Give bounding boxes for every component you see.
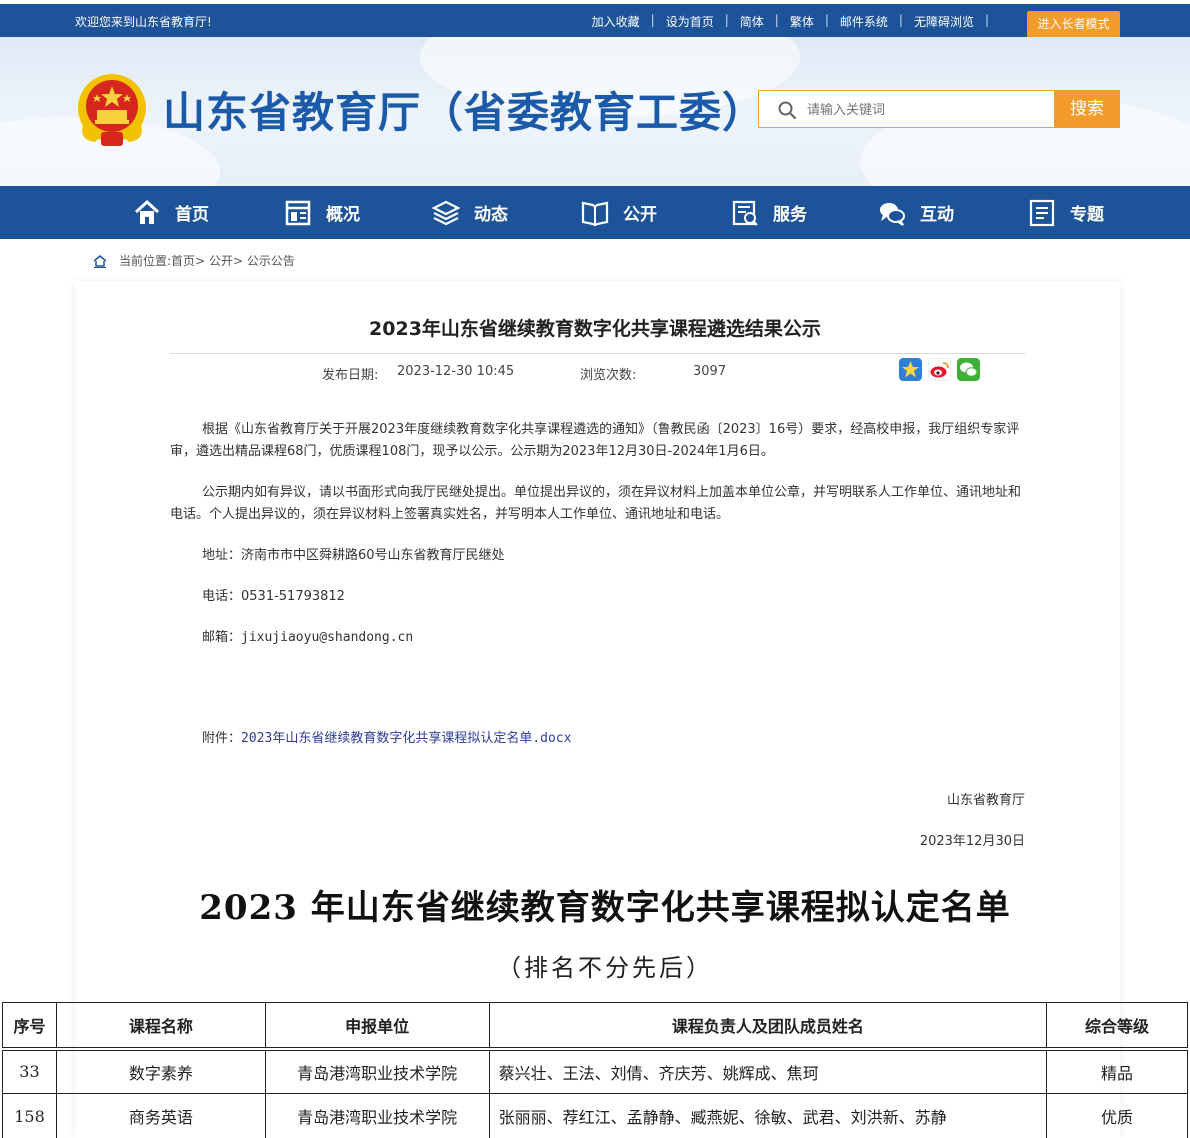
signature: 山东省教育厅	[946, 793, 1025, 808]
simplified-link[interactable]: 简体	[740, 13, 764, 30]
attachment-label: 附件：	[202, 731, 242, 746]
star-icon[interactable]	[899, 358, 922, 381]
nav-item-topic[interactable]: 专题	[1028, 186, 1104, 239]
top-links: 加入收藏 | 设为首页 | 简体 | 繁体 | 邮件系统 | 无障碍浏览 |	[591, 13, 989, 30]
attachment-link[interactable]: 2023年山东省继续教育数字化共享课程拟认定名单.docx	[241, 731, 571, 746]
national-emblem-icon	[78, 74, 146, 146]
course-table: 序号 课程名称 申报单位 课程负责人及团队成员姓名 综合等级 33 数字素养 青…	[2, 1002, 1188, 1138]
table-cell: 33	[2, 1048, 57, 1094]
table-cell: 青岛港湾职业技术学院	[264, 1093, 490, 1138]
table-row: 33 数字素养 青岛港湾职业技术学院 蔡兴壮、王法、刘倩、齐庆芳、姚辉成、焦珂 …	[2, 1048, 1188, 1094]
service-icon	[732, 200, 758, 226]
sign-date: 2023年12月30日	[919, 834, 1025, 849]
elder-mode-button[interactable]: 进入长者模式	[1027, 11, 1120, 38]
table-cell: 商务英语	[55, 1093, 266, 1138]
add-favorite-link[interactable]: 加入收藏	[592, 13, 640, 30]
table-row: 158 商务英语 青岛港湾职业技术学院 张丽丽、荐红江、孟静静、臧燕妮、徐敏、武…	[2, 1093, 1188, 1138]
table-cell: 青岛港湾职业技术学院	[264, 1048, 490, 1094]
chat-icon	[880, 202, 905, 226]
table-cell: 158	[2, 1093, 57, 1138]
home-icon	[134, 199, 160, 224]
search-box	[758, 90, 1054, 128]
nav-label: 首页	[175, 205, 209, 225]
nav-item-public[interactable]: 公开	[581, 186, 657, 239]
title-divider	[170, 353, 1025, 354]
nav-item-interact[interactable]: 互动	[878, 186, 954, 239]
article-paragraph-1: 根据《山东省教育厅关于开展2023年度继续教育数字化共享课程遴选的通知》（鲁教民…	[170, 422, 1020, 459]
site-header: 山东省教育厅（省委教育工委） 搜索	[0, 37, 1190, 186]
column-header: 课程负责人及团队成员姓名	[488, 1002, 1048, 1051]
search-icon	[778, 101, 797, 120]
nav-label: 概况	[326, 205, 360, 225]
breadcrumb: 当前位置: 首页 > 公开 > 公示公告	[93, 252, 295, 269]
home-icon	[93, 254, 107, 268]
table-header-row: 序号 课程名称 申报单位 课程负责人及团队成员姓名 综合等级	[2, 1002, 1188, 1051]
traditional-link[interactable]: 繁体	[790, 13, 814, 30]
date-value: 2023-12-30 10:45	[397, 364, 515, 379]
column-header: 综合等级	[1046, 1002, 1188, 1051]
book-icon	[581, 201, 609, 226]
column-header: 序号	[2, 1002, 57, 1051]
views-label: 浏览次数:	[580, 368, 637, 383]
article-title: 2023年山东省继续教育数字化共享课程遴选结果公示	[369, 318, 821, 340]
top-bar: 欢迎您来到山东省教育厅! 加入收藏 | 设为首页 | 简体 | 繁体 | 邮件系统 | 无…	[0, 4, 1190, 38]
nav-item-home[interactable]: 首页	[133, 186, 209, 239]
nav-item-news[interactable]: 动态	[432, 186, 508, 239]
news-icon	[432, 200, 460, 225]
date-label: 发布日期:	[322, 368, 379, 383]
document-title: 2023 年山东省继续教育数字化共享课程拟认定名单	[199, 888, 1011, 928]
views-value: 3097	[693, 364, 727, 379]
nav-item-service[interactable]: 服务	[731, 186, 807, 239]
wechat-icon[interactable]	[957, 358, 980, 381]
topic-icon	[1029, 199, 1055, 226]
document-subtitle: （排名不分先后）	[497, 954, 713, 982]
breadcrumb-public[interactable]: 公开	[209, 252, 233, 269]
table-cell: 张丽丽、荐红江、孟静静、臧燕妮、徐敏、武君、刘洪新、苏静	[488, 1093, 1048, 1138]
breadcrumb-notice[interactable]: 公示公告	[247, 252, 295, 269]
contact-email: 邮箱：jixujiaoyu@shandong.cn	[202, 630, 414, 645]
mail-system-link[interactable]: 邮件系统	[840, 13, 888, 30]
search-input[interactable]	[807, 99, 1037, 121]
site-title: 山东省教育厅（省委教育工委）	[163, 88, 766, 137]
nav-label: 专题	[1070, 205, 1104, 225]
breadcrumb-home[interactable]: 首页	[171, 252, 195, 269]
nav-label: 动态	[474, 205, 508, 225]
table-cell: 精品	[1046, 1048, 1188, 1094]
contact-phone: 电话：0531-51793812	[202, 589, 345, 604]
weibo-icon[interactable]	[928, 358, 951, 381]
main-nav: 首页 概况 动态 公开 服务 互动 专题	[0, 186, 1190, 239]
column-header: 申报单位	[264, 1002, 490, 1051]
search-button[interactable]: 搜索	[1054, 90, 1120, 128]
table-cell: 蔡兴壮、王法、刘倩、齐庆芳、姚辉成、焦珂	[488, 1048, 1048, 1094]
nav-label: 公开	[623, 205, 657, 225]
contact-address: 地址：济南市市中区舜耕路60号山东省教育厅民继处	[202, 548, 505, 563]
nav-label: 互动	[920, 205, 954, 225]
attachment-line: 附件：2023年山东省继续教育数字化共享课程拟认定名单.docx	[170, 728, 1025, 750]
article-paragraph-2: 公示期内如有异议，请以书面形式向我厅民继处提出。单位提出异议的，须在异议材料上加…	[170, 485, 1022, 522]
table-cell: 数字素养	[55, 1048, 266, 1094]
nav-label: 服务	[773, 205, 807, 225]
accessibility-link[interactable]: 无障碍浏览	[914, 13, 974, 30]
table-cell: 优质	[1046, 1093, 1188, 1138]
overview-icon	[285, 200, 311, 225]
column-header: 课程名称	[55, 1002, 266, 1051]
welcome-text: 欢迎您来到山东省教育厅!	[75, 15, 212, 29]
breadcrumb-prefix: 当前位置:	[119, 254, 172, 268]
nav-item-overview[interactable]: 概况	[284, 186, 360, 239]
set-homepage-link[interactable]: 设为首页	[666, 13, 714, 30]
